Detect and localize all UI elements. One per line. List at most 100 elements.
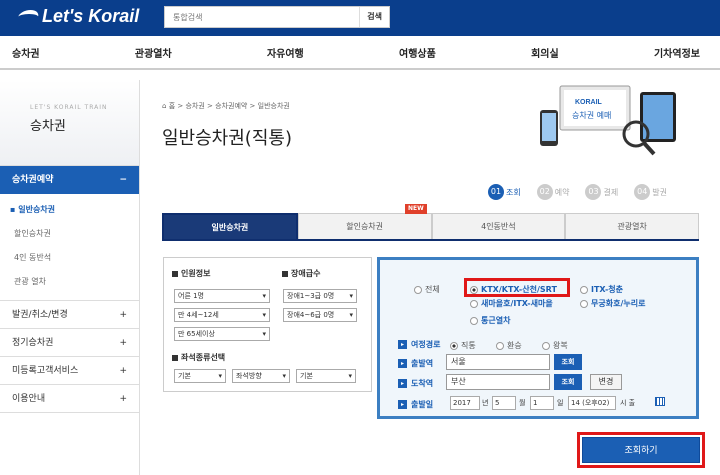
step-reserve: 02 예약 (536, 184, 569, 200)
sidebar-subtitle: LET'S KORAIL TRAIN (30, 104, 108, 111)
dropdown-arrow-icon: ▾ (282, 372, 286, 380)
train-type-all[interactable]: 전체 (414, 284, 440, 295)
nav-meeting-room[interactable]: 회의실 (531, 45, 559, 60)
dropdown-arrow-icon: ▾ (218, 372, 222, 380)
train-type-commuter[interactable]: 통근열차 (470, 315, 510, 326)
route-icon: ▸ (398, 340, 407, 349)
page-title: 일반승차권(직통) (162, 128, 292, 149)
train-type-saemaeul[interactable]: 새마을호/ITX-새마을 (470, 298, 553, 309)
step-payment: 03 결제 (585, 184, 618, 200)
month-select[interactable]: 5 (492, 396, 516, 410)
adult-select[interactable]: 어른 1명 ▾ (174, 289, 270, 303)
sidebar-subitem-tour-train[interactable]: 관광 열차 (0, 270, 139, 294)
top-bar: Let's Korail 검색 (0, 0, 720, 36)
sidebar-subitem-discount[interactable]: 할인승차권 (0, 222, 139, 246)
disabled-grade1-select[interactable]: 장애1~3급 0명 ▾ (283, 289, 357, 303)
nav-free-travel[interactable]: 자유여행 (267, 45, 304, 60)
nav-station-info[interactable]: 기차역정보 (654, 45, 700, 60)
sidebar-item-commuter[interactable]: 정기승차권 + (0, 329, 139, 357)
breadcrumb-home[interactable]: 홈 (169, 102, 175, 110)
calendar-icon[interactable] (655, 397, 665, 406)
search-submit-button[interactable]: 조회하기 (582, 437, 700, 463)
dropdown-arrow-icon: ▾ (262, 292, 266, 300)
logo-swoosh-icon (15, 9, 41, 24)
expand-icon: + (119, 394, 127, 404)
breadcrumb: ⌂ 홈 > 승차권 > 승차권예약 > 일반승차권 (162, 102, 290, 110)
hour-select[interactable]: 14 (오후02) (568, 396, 616, 410)
arrival-search-button[interactable]: 조회 (554, 374, 582, 390)
day-select[interactable]: 1 (530, 396, 554, 410)
sidebar-item-guide[interactable]: 이용안내 + (0, 385, 139, 413)
seat-label: 좌석종류선택 (172, 352, 225, 363)
passenger-label: 인원정보 (172, 268, 210, 279)
dropdown-arrow-icon: ▾ (349, 292, 353, 300)
senior-select[interactable]: 만 65세이상 ▾ (174, 327, 270, 341)
tab-family-seat[interactable]: 4인동반석 (431, 213, 566, 239)
search-button[interactable]: 검색 (359, 7, 389, 27)
dropdown-arrow-icon: ▾ (349, 311, 353, 319)
route-roundtrip[interactable]: 왕복 (542, 340, 568, 351)
expand-icon: + (119, 366, 127, 376)
train-type-itx-cheongchun[interactable]: ITX-청춘 (580, 284, 623, 295)
main-nav: 승차권 관광열차 자유여행 여행상품 회의실 기차역정보 (0, 36, 720, 70)
seat-type-select[interactable]: 기본 ▾ (174, 369, 226, 383)
breadcrumb-reservation[interactable]: 승차권예약 (215, 102, 247, 110)
tab-discount[interactable]: 할인승차권 (297, 213, 432, 239)
korail-logo[interactable]: Let's Korail (15, 6, 140, 27)
sidebar-item-guest-service[interactable]: 미등록고객서비스 + (0, 357, 139, 385)
step-issue: 04 발권 (634, 184, 667, 200)
arrival-icon: ▸ (398, 379, 407, 388)
sidebar-item-issue-cancel[interactable]: 발권/취소/변경 + (0, 301, 139, 329)
arrival-input[interactable]: 부산 (446, 374, 550, 390)
disabled-grade2-select[interactable]: 장애4~6급 0명 ▾ (283, 308, 357, 322)
seat-direction-select[interactable]: 좌석방향 ▾ (232, 369, 290, 383)
logo-text: Let's Korail (42, 6, 140, 26)
sidebar-subitem-family-seat[interactable]: 4인 동반석 (0, 246, 139, 270)
route-direct[interactable]: 직통 (450, 340, 476, 351)
tab-tour-train[interactable]: 관광열차 (565, 213, 699, 239)
year-select[interactable]: 2017 (450, 396, 480, 410)
nav-ticket[interactable]: 승차권 (12, 45, 40, 60)
departure-search-button[interactable]: 조회 (554, 354, 582, 370)
expand-icon: + (119, 310, 127, 320)
breadcrumb-ticket[interactable]: 승차권 (185, 102, 204, 110)
bullet-icon (172, 354, 178, 361)
step-search: 01 조회 (488, 184, 521, 200)
seat-position-select[interactable]: 기본 ▾ (296, 369, 356, 383)
ktx-highlight-box (464, 278, 570, 297)
journey-panel: 전체 KTX/KTX-산천/SRT ITX-청춘 새마을호/ITX-새마을 무궁… (377, 257, 699, 419)
tab-general[interactable]: 일반승차권 (162, 213, 298, 239)
sidebar-item-label: 승차권예약 (12, 175, 54, 185)
collapse-icon: − (119, 175, 127, 185)
ticket-tabs: 일반승차권 할인승차권 4인동반석 관광열차 NEW (162, 204, 699, 241)
year-unit: 년 (482, 399, 489, 407)
sidebar: LET'S KORAIL TRAIN 승차권 승차권예약 − ▪ 일반승차권 할… (0, 80, 140, 475)
submit-highlight-box: 조회하기 (577, 432, 705, 468)
nav-travel-products[interactable]: 여행상품 (399, 45, 436, 60)
hour-unit: 시 출 (620, 399, 636, 407)
route-transfer[interactable]: 환승 (496, 340, 522, 351)
home-icon[interactable]: ⌂ (162, 102, 166, 110)
sidebar-subitem-general[interactable]: ▪ 일반승차권 (0, 198, 139, 222)
passenger-panel: 인원정보 장애급수 어른 1명 ▾ 만 4세~12세 ▾ 만 65세이상 ▾ 장애1~… (163, 257, 372, 392)
hero-illustration: KORAIL 승차권 예매 (540, 85, 676, 156)
day-unit: 일 (557, 399, 564, 407)
hero-brand: KORAIL (575, 99, 603, 106)
dropdown-arrow-icon: ▾ (262, 330, 266, 338)
nav-tour-train[interactable]: 관광열차 (135, 45, 172, 60)
search-input[interactable] (165, 7, 360, 27)
disabled-label: 장애급수 (282, 268, 320, 279)
bullet-icon (172, 270, 178, 277)
train-type-mugunghwa[interactable]: 무궁화호/누리로 (580, 298, 645, 309)
child-select[interactable]: 만 4세~12세 ▾ (174, 308, 270, 322)
departure-label: ▸ 출발역 (398, 358, 433, 369)
sidebar-item-reservation[interactable]: 승차권예약 − (0, 166, 139, 194)
sidebar-submenu: ▪ 일반승차권 할인승차권 4인 동반석 관광 열차 (0, 194, 139, 301)
swap-stations-button[interactable]: 변경 (590, 374, 622, 390)
search-box: 검색 (164, 6, 390, 28)
expand-icon: + (119, 338, 127, 348)
bullet-icon (282, 270, 288, 277)
arrival-label: ▸ 도착역 (398, 378, 433, 389)
departure-input[interactable]: 서울 (446, 354, 550, 370)
route-label: ▸ 여정경로 (398, 339, 440, 350)
